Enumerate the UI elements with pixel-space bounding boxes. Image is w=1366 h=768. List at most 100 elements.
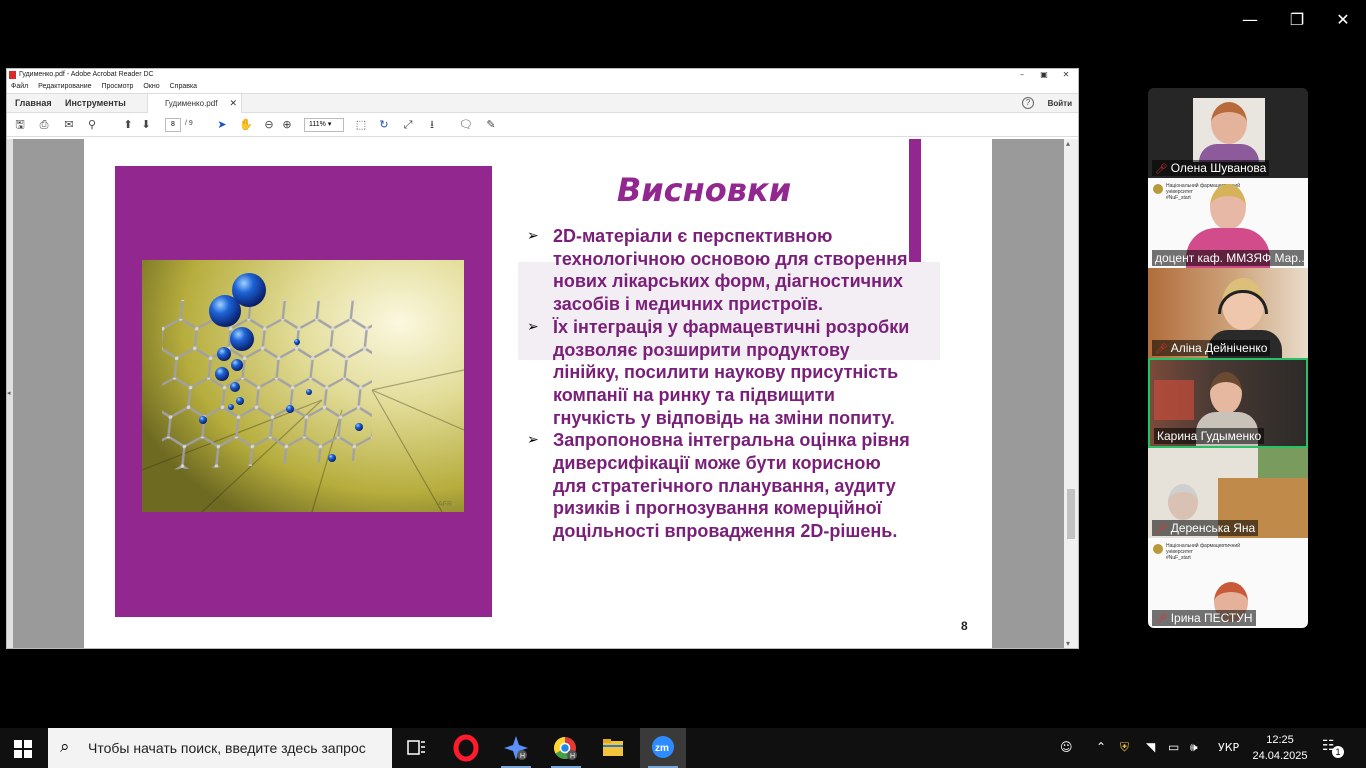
acrobat-minimize-icon[interactable]: –	[1016, 69, 1028, 81]
bullet-list: ➢ 2D-матеріали є перспективною технологі…	[527, 225, 917, 543]
vertical-scrollbar[interactable]: ▴ ▾	[1064, 139, 1078, 648]
slide-title: Висновки	[616, 171, 792, 209]
volume-icon[interactable]: 🕪︎	[1190, 740, 1198, 755]
university-logo-icon	[1153, 544, 1163, 554]
page-number-input[interactable]: 8	[165, 118, 181, 132]
select-cursor-icon[interactable]: ➤	[215, 118, 229, 132]
bullet-text: Запропоновна інтегральна оцінка рівня ди…	[553, 430, 910, 542]
scroll-up-icon[interactable]: ▴	[1066, 139, 1070, 148]
language-indicator[interactable]: УКР	[1218, 741, 1239, 754]
clock-time: 12:25	[1266, 734, 1294, 746]
pdf-file-icon	[9, 71, 16, 79]
university-logo-icon	[1153, 184, 1163, 194]
participant-tile[interactable]: 🎤︎ Олена Шуванова	[1148, 88, 1308, 178]
fit-page-icon[interactable]: ⬚	[354, 118, 368, 132]
clock[interactable]: 12:25 24.04.2025	[1250, 732, 1310, 764]
print-icon[interactable]: ⎙	[37, 118, 51, 132]
acrobat-restore-icon[interactable]: ▣	[1038, 69, 1050, 81]
minimize-icon[interactable]: —	[1238, 8, 1262, 32]
acrobat-tabbar: Главная Инструменты Гудименко.pdf ✕ ? Во…	[7, 93, 1078, 113]
opera-icon	[453, 734, 479, 762]
task-view-icon	[407, 740, 425, 755]
scroll-mode-icon[interactable]: ⭳	[425, 118, 439, 132]
bullet-text: 2D-матеріали є перспективною технологічн…	[553, 226, 908, 315]
tab-home[interactable]: Главная	[15, 98, 52, 108]
menu-window[interactable]: Окно	[143, 83, 159, 90]
participant-name: 🎤︎ Ірина ПЕСТУН	[1152, 610, 1256, 626]
svg-text:H: H	[520, 753, 525, 760]
avatar	[1193, 98, 1265, 162]
zoom-out-icon[interactable]: ⊖	[262, 118, 276, 132]
show-hidden-icons-icon[interactable]: ⌃	[1096, 740, 1106, 754]
comment-icon[interactable]: 🗨	[459, 118, 473, 132]
menu-view[interactable]: Просмотр	[101, 83, 133, 90]
scroll-thumb[interactable]	[1067, 489, 1075, 539]
arrow-bullet-icon: ➢	[527, 432, 539, 449]
full-screen-icon[interactable]: ⤢	[401, 118, 415, 132]
taskbar-search-box[interactable]: ⌕ Чтобы начать поиск, введите здесь запр…	[48, 728, 392, 768]
menu-file[interactable]: Файл	[11, 83, 28, 90]
svg-text:zm: zm	[655, 743, 669, 754]
mic-muted-icon: 🎤︎	[1155, 614, 1168, 625]
hand-tool-icon[interactable]: ✋	[239, 118, 253, 132]
sign-in-button[interactable]: Войти	[1048, 99, 1072, 108]
participant-name: Карина Гудыменко	[1154, 428, 1265, 444]
search-icon[interactable]: ⚲	[85, 118, 99, 132]
close-icon[interactable]: ✕	[1331, 8, 1355, 32]
defender-icon[interactable]: ⛨	[1120, 740, 1129, 755]
mic-muted-icon: 🎤︎	[1155, 164, 1168, 175]
arrow-bullet-icon: ➢	[527, 318, 539, 335]
bullet-item: ➢ Їх інтеграція у фармацевтичні розробки…	[527, 316, 917, 430]
zoom-value: 111%	[309, 121, 326, 128]
expand-left-pane-icon[interactable]: ◂	[7, 389, 11, 397]
people-icon[interactable]: ☺	[1060, 740, 1073, 754]
email-icon[interactable]: ✉	[62, 118, 76, 132]
desktop: — ❐ ✕ Гудименко.pdf - Adobe Acrobat Read…	[0, 0, 1366, 768]
mic-muted-icon: 🎤︎	[1155, 524, 1168, 535]
taskbar-copilot[interactable]: H	[493, 728, 539, 768]
battery-icon[interactable]: ▭	[1168, 740, 1179, 754]
tab-document[interactable]: Гудименко.pdf ✕	[147, 94, 242, 113]
menu-edit[interactable]: Редактирование	[38, 83, 91, 90]
participant-tile[interactable]: 🎤︎ Аліна Дейніченко	[1148, 268, 1308, 358]
zoom-select[interactable]: 111% ▾	[304, 118, 344, 132]
help-icon[interactable]: ?	[1022, 97, 1034, 109]
taskbar-explorer[interactable]	[590, 728, 636, 768]
highlight-pen-icon[interactable]: ✎	[484, 118, 498, 132]
taskbar-opera[interactable]	[443, 728, 489, 768]
slide-page-number: 8	[961, 619, 968, 633]
participant-tile[interactable]: Національний фармацевтичний університет …	[1148, 178, 1308, 268]
taskbar: ⌕ Чтобы начать поиск, введите здесь запр…	[0, 728, 1366, 768]
page-down-icon[interactable]: ⬇	[139, 118, 153, 132]
participant-name: доцент каф. ММЗЯФ Мар...	[1152, 250, 1304, 266]
participant-tile[interactable]: Національний фармацевтичний університет …	[1148, 538, 1308, 628]
windows-start-icon[interactable]	[14, 740, 32, 758]
scroll-down-icon[interactable]: ▾	[1066, 639, 1070, 648]
save-icon[interactable]: 🖫	[13, 118, 27, 132]
export-pdf-icon[interactable]: ↻	[377, 118, 391, 132]
taskbar-zoom[interactable]: zm	[640, 728, 686, 768]
participant-tile[interactable]: 🎤︎ Деренська Яна	[1148, 448, 1308, 538]
bullet-text: Їх інтеграція у фармацевтичні розробки д…	[553, 316, 910, 428]
task-view-button[interactable]	[393, 728, 439, 768]
page-up-icon[interactable]: ⬆	[121, 118, 135, 132]
participant-name: 🎤︎ Аліна Дейніченко	[1152, 340, 1271, 356]
banner-tag: #NuF_start	[1166, 195, 1191, 201]
participants-panel: 🎤︎ Олена Шуванова Національний фармацевти…	[1148, 88, 1308, 628]
restore-icon[interactable]: ❐	[1285, 8, 1309, 32]
document-area[interactable]: ◂ AFR Висновки ➢ 2D-матеріали є перспект…	[7, 139, 1078, 648]
zoom-in-icon[interactable]: ⊕	[280, 118, 294, 132]
mic-muted-icon: 🎤︎	[1155, 344, 1168, 355]
close-tab-icon[interactable]: ✕	[229, 98, 237, 109]
participant-tile-active-speaker[interactable]: Карина Гудыменко	[1148, 358, 1308, 448]
acrobat-window: Гудименко.pdf - Adobe Acrobat Reader DC …	[6, 68, 1079, 649]
folder-icon	[603, 739, 623, 756]
image-signature: AFR	[438, 501, 452, 508]
menu-help[interactable]: Справка	[170, 83, 197, 90]
acrobat-close-icon[interactable]: ✕	[1060, 69, 1072, 81]
wifi-icon[interactable]: ◥	[1146, 740, 1155, 754]
tab-tools[interactable]: Инструменты	[65, 98, 126, 108]
acrobat-window-title: Гудименко.pdf - Adobe Acrobat Reader DC	[19, 71, 154, 78]
taskbar-chrome[interactable]: H	[543, 728, 589, 768]
notification-button[interactable]: ☷ 1	[1322, 738, 1344, 758]
